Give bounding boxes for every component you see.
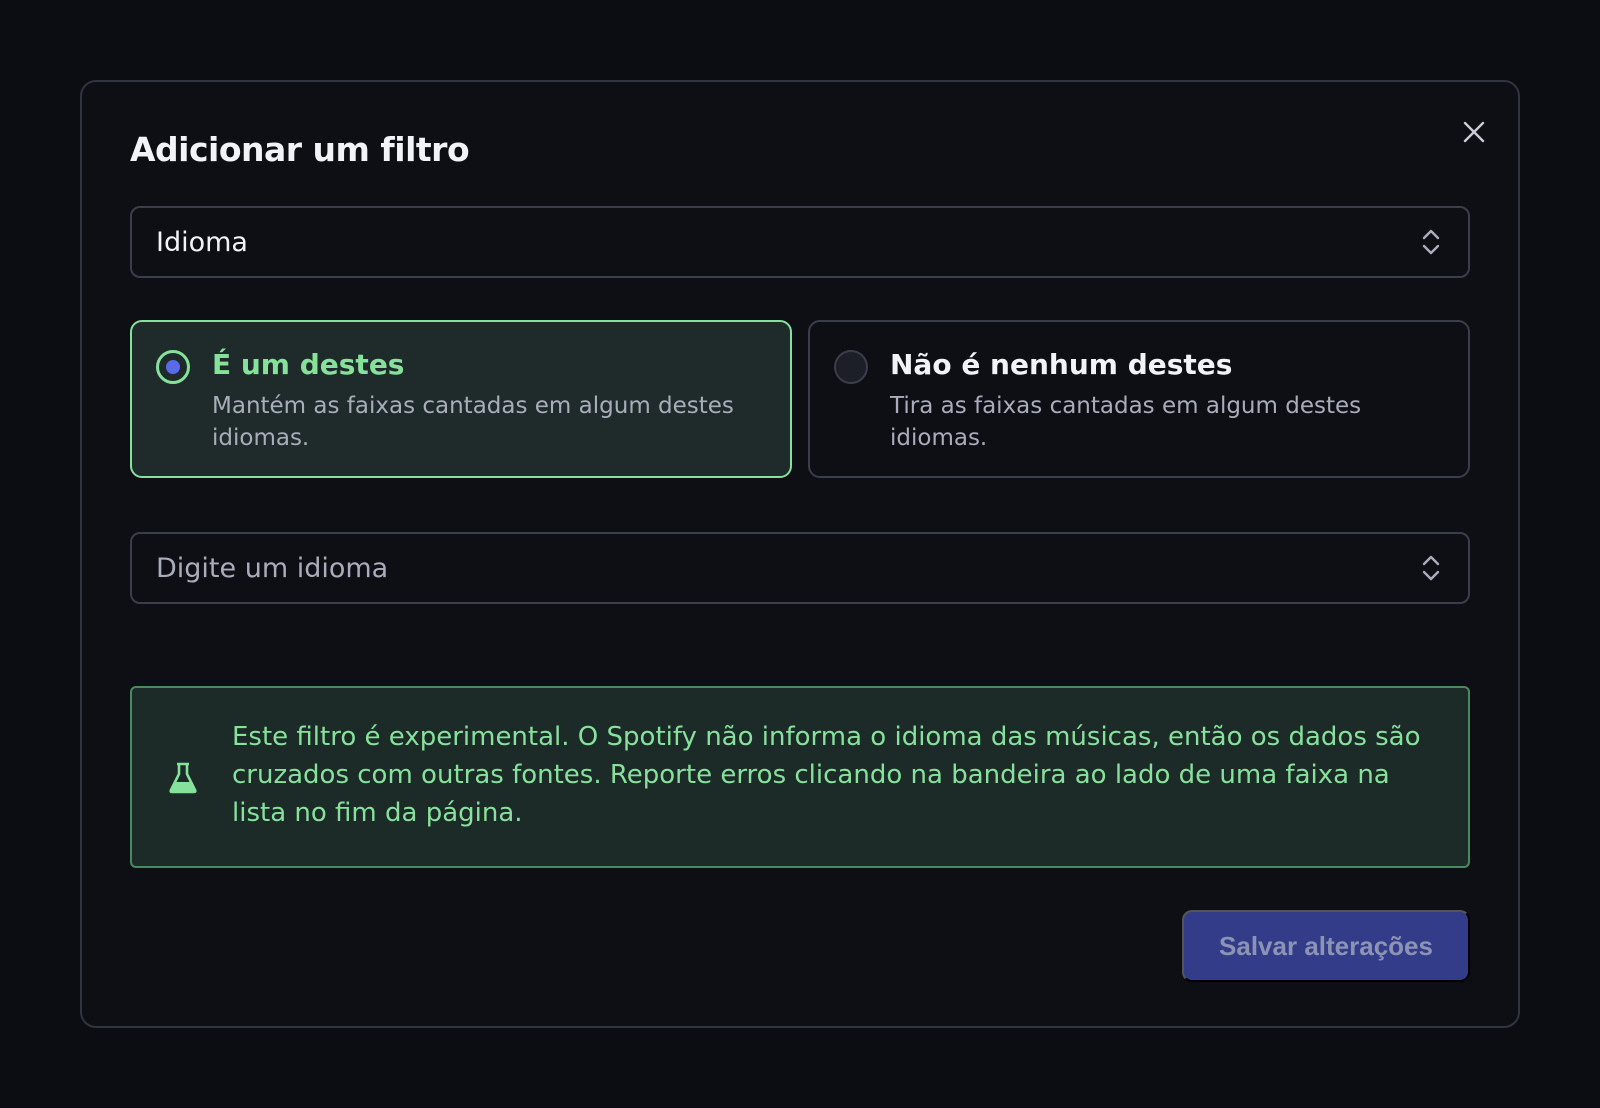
filter-type-value: Idioma	[156, 226, 248, 258]
radio-unselected[interactable]	[834, 350, 868, 384]
flask-icon	[169, 762, 197, 794]
option-description: Tira as faixas cantadas em algum destes …	[890, 393, 1362, 451]
chevron-up-down-icon	[1422, 229, 1440, 255]
language-search-input[interactable]: Digite um idioma	[130, 532, 1470, 604]
close-icon	[1463, 121, 1485, 143]
chevron-up-down-icon	[1422, 555, 1440, 581]
option-description: Mantém as faixas cantadas em algum deste…	[212, 393, 734, 451]
notice-text: Este filtro é experimental. O Spotify nã…	[232, 722, 1421, 828]
option-title: Não é nenhum destes	[890, 348, 1233, 381]
option-is-none-of[interactable]: Não é nenhum destes Tira as faixas canta…	[808, 320, 1470, 478]
radio-selected[interactable]	[156, 350, 190, 384]
add-filter-dialog: Adicionar um filtro Idioma É um destes M…	[80, 80, 1520, 1028]
option-is-one-of[interactable]: É um destes Mantém as faixas cantadas em…	[130, 320, 792, 478]
language-placeholder: Digite um idioma	[156, 552, 389, 584]
close-button[interactable]	[1456, 114, 1492, 150]
experimental-notice: Este filtro é experimental. O Spotify nã…	[130, 686, 1470, 868]
option-title: É um destes	[212, 348, 405, 381]
dialog-title: Adicionar um filtro	[130, 130, 470, 169]
save-button[interactable]: Salvar alterações	[1182, 910, 1470, 982]
filter-type-select[interactable]: Idioma	[130, 206, 1470, 278]
